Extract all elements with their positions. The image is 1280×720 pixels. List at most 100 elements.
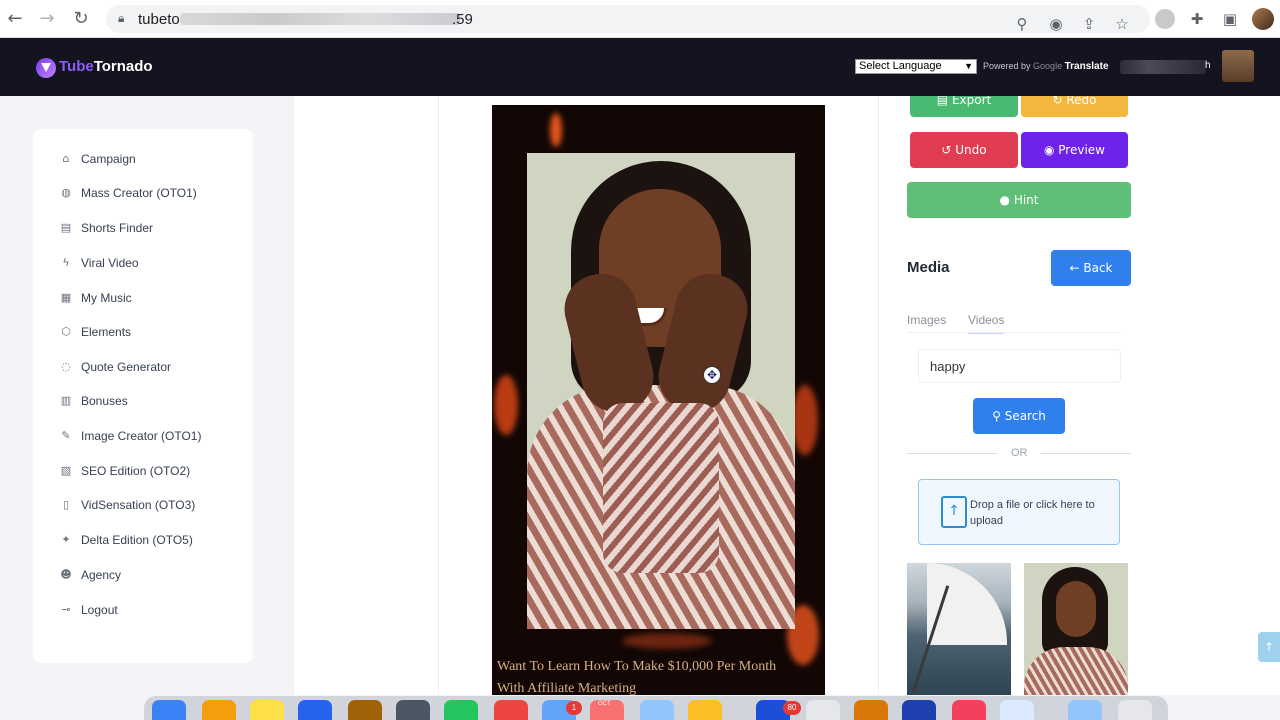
pen-icon: ✎: [61, 429, 71, 442]
app-icon[interactable]: [854, 700, 888, 720]
share-icon[interactable]: ⇪: [1079, 14, 1099, 34]
hint-button[interactable]: ● Hint: [907, 182, 1131, 218]
url-text: tubeto: [138, 11, 180, 28]
browser-toolbar: ← → ↻ 🔒︎ tubeto .59 ⚲ ◉ ⇪ ☆ ✚ ▣: [0, 0, 1280, 38]
chevron-down-icon: ▼: [964, 61, 973, 71]
media-title: Media: [907, 259, 950, 276]
extensions-icon[interactable]: ✚: [1187, 9, 1207, 29]
scroll-to-top-button[interactable]: ↑: [1258, 632, 1280, 662]
app-icon[interactable]: [688, 700, 722, 720]
finder-icon[interactable]: [152, 700, 186, 720]
photos-icon[interactable]: [202, 700, 236, 720]
skype-badge: 80: [783, 701, 801, 715]
zoom-icon[interactable]: ⚲: [1012, 14, 1032, 34]
fire-flame: [622, 633, 712, 649]
shirt-shape: [1024, 647, 1128, 695]
sidebar-item-agency[interactable]: ☻ Agency: [33, 563, 253, 589]
macos-dock: OCT: [144, 696, 1168, 720]
search-button[interactable]: ⚲ Search: [973, 398, 1065, 434]
video-canvas[interactable]: Want To Learn How To Make $10,000 Per Mo…: [492, 105, 825, 695]
arms-shape: [603, 403, 719, 573]
sparkle-icon: ✦: [61, 533, 71, 546]
language-select[interactable]: Select Language ▼: [855, 59, 977, 74]
calculator-icon[interactable]: [396, 700, 430, 720]
sidebar-item-delta-edition[interactable]: ✦ Delta Edition (OTO5): [33, 528, 253, 554]
preview-button[interactable]: ◉ Preview: [1021, 132, 1128, 168]
device-icon: ▯: [62, 498, 70, 511]
calendar-icon[interactable]: OCT: [590, 700, 624, 720]
sidebar-item-mass-creator[interactable]: ◍ Mass Creator (OTO1): [33, 181, 253, 207]
mail-badge: 1: [566, 701, 582, 715]
downloads-icon[interactable]: [1068, 700, 1102, 720]
or-label: OR: [1011, 447, 1028, 459]
forward-icon[interactable]: →: [36, 8, 58, 30]
upload-dropzone[interactable]: ↑ Drop a file or click here to upload: [918, 479, 1120, 545]
undo-button[interactable]: ↺ Undo: [910, 132, 1018, 168]
app-logo[interactable]: TubeTornado: [59, 58, 153, 75]
tabs-divider: [907, 332, 1121, 333]
sidebar-item-bonuses[interactable]: ▥ Bonuses: [33, 389, 253, 415]
home-icon: ⌂: [62, 152, 70, 165]
media-result-sailing[interactable]: [907, 563, 1011, 695]
sidebar-item-my-music[interactable]: ▦ My Music: [33, 286, 253, 312]
word-icon[interactable]: [902, 700, 936, 720]
app-header: TubeTornado Select Language ▼ Powered by…: [0, 38, 1280, 96]
upload-icon: ↑: [941, 496, 967, 528]
lock-icon: 🔒︎: [118, 11, 125, 25]
profile-avatar[interactable]: [1252, 8, 1274, 30]
safari-icon[interactable]: [640, 700, 674, 720]
lock-open-icon: ⊸: [61, 603, 71, 616]
sidebar-item-viral-video[interactable]: ϟ Viral Video: [33, 251, 253, 277]
app-icon[interactable]: [348, 700, 382, 720]
back-icon[interactable]: ←: [4, 8, 26, 30]
fire-flame: [494, 375, 518, 435]
trash-icon[interactable]: [1118, 700, 1152, 720]
address-bar[interactable]: 🔒︎ tubeto .59 ⚲ ◉ ⇪ ☆: [106, 5, 1150, 33]
face-shape: [1056, 581, 1096, 637]
music-app-icon[interactable]: [952, 700, 986, 720]
or-divider-left: [907, 453, 997, 454]
media-result-smiling-woman[interactable]: [1024, 563, 1128, 695]
sidebar-item-campaign[interactable]: ⌂ Campaign: [33, 147, 253, 173]
user-avatar[interactable]: [1222, 50, 1254, 82]
mail-icon[interactable]: [298, 700, 332, 720]
users-icon: ☻: [60, 568, 72, 581]
user-name-redacted: [1120, 60, 1206, 74]
url-tail: .59: [452, 11, 473, 28]
sidebar-item-logout[interactable]: ⊸ Logout: [33, 598, 253, 624]
upload-text: Drop a file or click here to upload: [970, 499, 1095, 527]
sidebar-item-elements[interactable]: ⬡ Elements: [33, 320, 253, 346]
eye-slash-icon[interactable]: ◉: [1046, 14, 1066, 34]
user-name: h: [1205, 60, 1211, 71]
globe-icon: ◍: [61, 186, 71, 199]
music-icon: ▦: [60, 291, 72, 304]
media-search-input[interactable]: happy: [918, 349, 1121, 383]
sidebar-item-shorts-finder[interactable]: ▤ Shorts Finder: [33, 216, 253, 242]
or-divider-right: [1041, 453, 1131, 454]
sidebar-icon[interactable]: ▣: [1220, 9, 1240, 29]
profile-k-icon[interactable]: [1155, 9, 1175, 29]
reload-icon[interactable]: ↻: [70, 8, 92, 30]
seo-icon: ▧: [60, 464, 72, 477]
move-handle-icon[interactable]: ✥: [703, 366, 721, 384]
cube-icon: ⬡: [61, 325, 71, 338]
sidebar-item-seo-edition[interactable]: ▧ SEO Edition (OTO2): [33, 459, 253, 485]
bolt-icon: ϟ: [62, 256, 70, 269]
notes-icon[interactable]: [250, 700, 284, 720]
sidebar-item-vidsensation[interactable]: ▯ VidSensation (OTO3): [33, 493, 253, 519]
fire-flame: [792, 385, 818, 455]
tab-videos[interactable]: Videos: [968, 313, 1005, 334]
document-icon[interactable]: [806, 700, 840, 720]
woman-photo-layer[interactable]: [527, 153, 795, 629]
app-icon[interactable]: [1000, 700, 1034, 720]
video-caption-text[interactable]: Want To Learn How To Make $10,000 Per Mo…: [497, 656, 825, 695]
sidebar-item-image-creator[interactable]: ✎ Image Creator (OTO1): [33, 424, 253, 450]
logo-icon[interactable]: [36, 58, 56, 78]
maps-icon[interactable]: [444, 700, 478, 720]
chrome-icon[interactable]: [494, 700, 528, 720]
back-button[interactable]: ← Back: [1051, 250, 1131, 286]
star-icon[interactable]: ☆: [1112, 14, 1132, 34]
chat-icon: ◌: [61, 360, 71, 373]
tab-images[interactable]: Images: [907, 313, 946, 327]
sidebar-item-quote-generator[interactable]: ◌ Quote Generator: [33, 355, 253, 381]
